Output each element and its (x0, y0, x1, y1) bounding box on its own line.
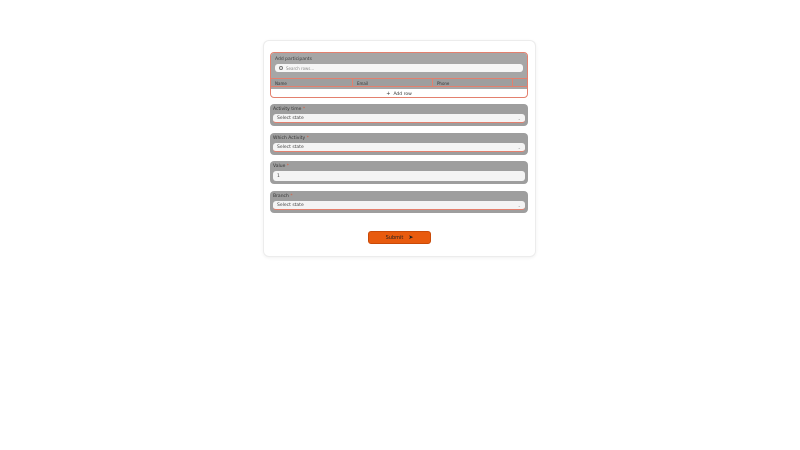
branch-field: Branch * Select state ⌄ (270, 191, 528, 213)
table-header-row: Name Email Phone (271, 78, 527, 87)
add-row-label: Add row (393, 91, 412, 97)
value-input[interactable]: 1 (273, 171, 525, 181)
activity-time-value: Select state (277, 115, 304, 121)
chevron-down-icon: ⌄ (517, 115, 521, 121)
chevron-down-icon: ⌄ (517, 144, 521, 150)
which-activity-label: Which Activity * (273, 136, 309, 141)
column-actions (513, 79, 527, 86)
column-phone[interactable]: Phone (433, 79, 513, 86)
branch-value: Select state (277, 202, 304, 208)
branch-label: Branch * (273, 194, 293, 199)
submit-button[interactable]: Submit ➤ (368, 231, 431, 244)
search-input[interactable]: Search rows... (275, 64, 523, 72)
send-icon: ➤ (408, 234, 414, 241)
column-name[interactable]: Name (271, 79, 353, 86)
plus-icon: + (386, 91, 391, 97)
participants-table: Add participants Search rows... Name Ema… (270, 52, 528, 98)
activity-time-select[interactable]: Select state ⌄ (273, 114, 525, 123)
branch-select[interactable]: Select state ⌄ (273, 201, 525, 210)
value-field: Value * 1 (270, 161, 528, 184)
search-icon (279, 66, 283, 70)
activity-time-field: Activity time * Select state ⌄ (270, 104, 528, 126)
add-row-button[interactable]: + Add row (271, 89, 527, 97)
participants-label: Add participants (275, 57, 312, 62)
column-email[interactable]: Email (353, 79, 433, 86)
value-label: Value * (273, 164, 290, 169)
search-placeholder: Search rows... (286, 65, 315, 71)
activity-time-label: Activity time * (273, 107, 306, 112)
which-activity-value: Select state (277, 144, 304, 150)
submit-label: Submit (385, 234, 404, 241)
value-input-text: 1 (277, 173, 280, 179)
which-activity-select[interactable]: Select state ⌄ (273, 143, 525, 152)
chevron-down-icon: ⌄ (517, 202, 521, 208)
which-activity-field: Which Activity * Select state ⌄ (270, 133, 528, 155)
